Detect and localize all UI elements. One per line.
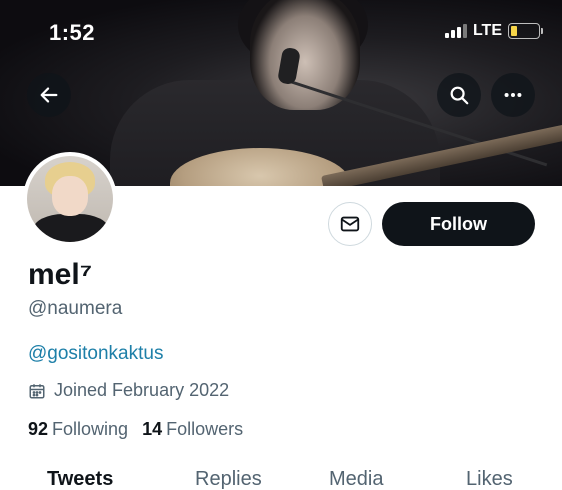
tab-replies[interactable]: Replies <box>195 468 262 490</box>
back-button[interactable] <box>27 73 71 117</box>
following-label: Following <box>52 419 129 439</box>
cellular-signal-icon <box>444 24 467 38</box>
status-indicators: LTE <box>444 22 543 40</box>
followers-label: Followers <box>166 419 244 439</box>
avatar-photo-face <box>52 176 88 216</box>
search-button[interactable] <box>437 73 481 117</box>
avatar-photo <box>27 156 113 242</box>
followers-count: 14 <box>142 419 163 439</box>
joined-label: Joined February 2022 <box>54 380 230 400</box>
tab-media[interactable]: Media <box>329 468 383 490</box>
calendar-icon <box>29 383 45 398</box>
bio-mention-link[interactable]: @gositonkaktus <box>28 343 163 365</box>
followers-link[interactable]: 14 Followers <box>142 419 243 440</box>
profile-tabs: Tweets Replies Media Likes <box>0 468 562 490</box>
avatar-photo-body <box>33 214 109 242</box>
network-label: LTE <box>472 22 502 39</box>
message-button[interactable] <box>328 202 372 246</box>
battery-icon <box>508 23 543 39</box>
following-count: 92 <box>28 419 49 439</box>
more-horizontal-icon <box>504 92 522 98</box>
tab-tweets[interactable]: Tweets <box>47 468 113 490</box>
envelope-icon <box>340 216 360 232</box>
user-handle: @naumera <box>28 298 123 319</box>
tab-likes[interactable]: Likes <box>466 468 513 490</box>
profile-avatar[interactable] <box>23 152 117 246</box>
search-icon <box>450 86 469 105</box>
follow-button[interactable]: Follow <box>382 202 535 246</box>
more-button[interactable] <box>491 73 535 117</box>
joined-date: Joined February 2022 <box>28 380 229 401</box>
follow-stats: 92 Following 14 Followers <box>28 419 243 440</box>
display-name: mel⁷ <box>28 258 93 291</box>
following-link[interactable]: 92 Following <box>28 419 128 440</box>
status-time: 1:52 <box>49 20 96 45</box>
arrow-left-icon <box>40 87 58 103</box>
banner-photo-face <box>250 0 360 110</box>
